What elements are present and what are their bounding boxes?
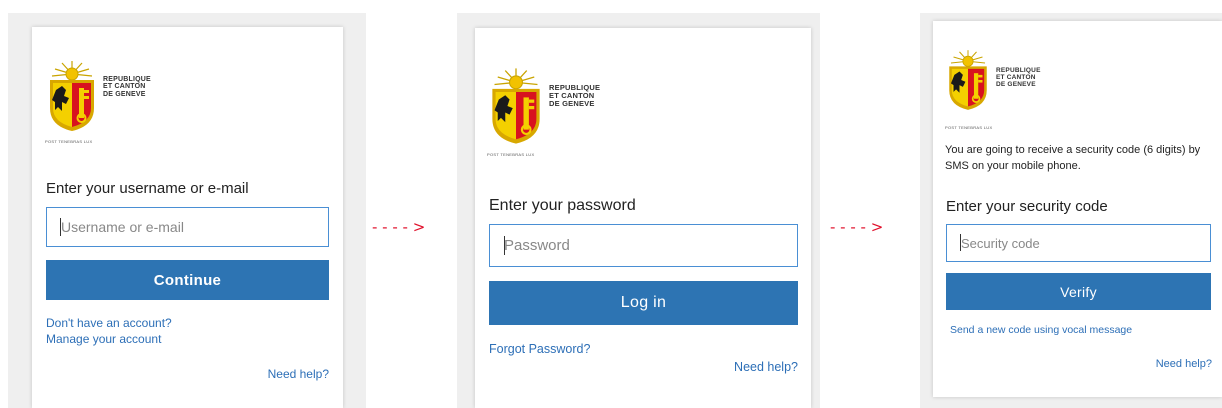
login-card-security-code: REPUBLIQUE ET CANTON DE GENEVE POST TENE… — [933, 21, 1222, 397]
geneva-coat-of-arms-icon — [492, 68, 540, 144]
geneva-logo: REPUBLIQUE ET CANTON DE GENEVE POST TENE… — [45, 60, 165, 150]
logo-line-3: DE GENEVE — [996, 80, 1036, 88]
geneva-logo: REPUBLIQUE ET CANTON DE GENEVE POST TENE… — [945, 49, 1065, 135]
continue-button[interactable]: Continue — [46, 260, 329, 300]
logo-motto: POST TENEBRAS LUX — [945, 125, 993, 130]
geneva-coat-of-arms-icon — [949, 50, 987, 110]
geneva-logo: REPUBLIQUE ET CANTON DE GENEVE POST TENE… — [487, 66, 607, 166]
text-caret — [960, 234, 961, 251]
logo-line-2: ET CANTON — [103, 83, 146, 91]
login-button[interactable]: Log in — [489, 281, 798, 325]
need-help-link[interactable]: Need help? — [734, 360, 798, 374]
password-input[interactable] — [489, 224, 798, 267]
flow-arrow-2: - - - - > — [830, 218, 884, 236]
page-title: Enter your security code — [946, 198, 1108, 215]
text-caret — [504, 236, 505, 255]
security-code-input[interactable] — [946, 224, 1211, 262]
login-card-username: REPUBLIQUE ET CANTON DE GENEVE POST TENE… — [32, 27, 343, 408]
logo-line-3: DE GENEVE — [549, 98, 595, 108]
logo-line-3: DE GENEVE — [103, 90, 146, 98]
logo-line-1: REPUBLIQUE — [103, 76, 151, 83]
verify-button[interactable]: Verify — [946, 273, 1211, 310]
sms-description: You are going to receive a security code… — [945, 144, 1201, 172]
need-help-link[interactable]: Need help? — [268, 367, 329, 381]
no-account-link[interactable]: Don't have an account? — [46, 316, 172, 330]
login-card-password: REPUBLIQUE ET CANTON DE GENEVE POST TENE… — [475, 28, 811, 408]
forgot-password-link[interactable]: Forgot Password? — [489, 342, 590, 356]
flow-arrow-1: - - - - > — [372, 218, 426, 236]
manage-account-link[interactable]: Manage your account — [46, 332, 161, 346]
vocal-code-link[interactable]: Send a new code using vocal message — [950, 324, 1132, 336]
page-title: Enter your password — [489, 197, 636, 214]
need-help-link[interactable]: Need help? — [1156, 358, 1212, 370]
logo-motto: POST TENEBRAS LUX — [487, 152, 535, 157]
text-caret — [60, 218, 61, 236]
username-input[interactable] — [46, 207, 329, 247]
geneva-coat-of-arms-icon — [50, 61, 94, 131]
logo-motto: POST TENEBRAS LUX — [45, 139, 93, 144]
page-title: Enter your username or e-mail — [46, 180, 249, 197]
